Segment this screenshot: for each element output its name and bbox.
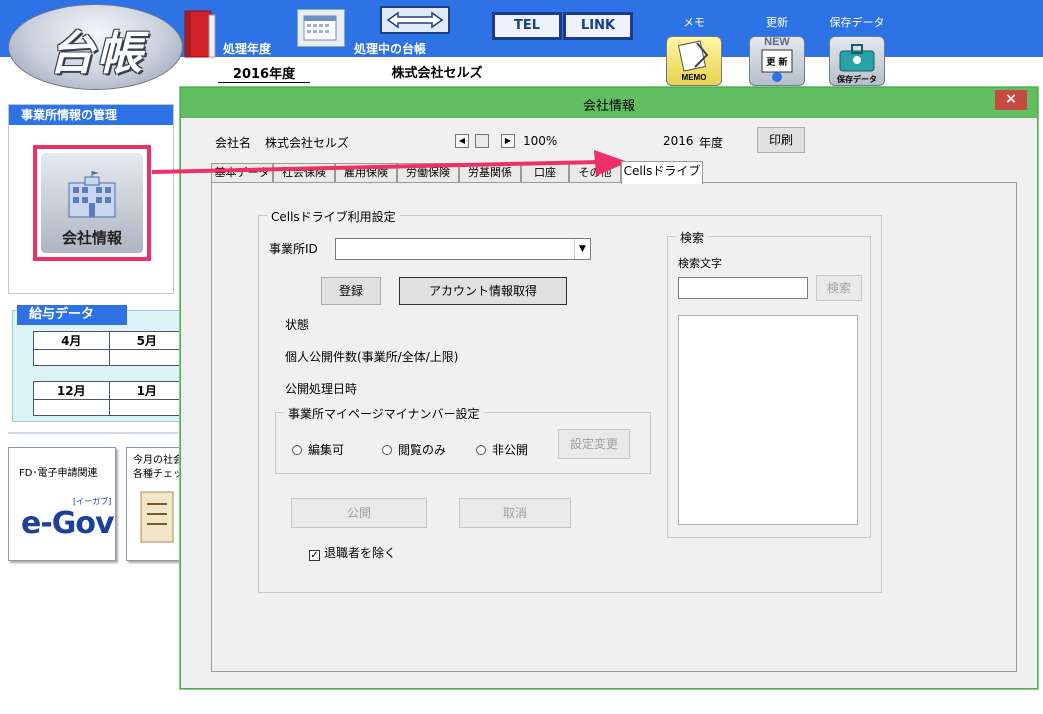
fd-text: FD･電子申請関連 [19, 468, 98, 479]
status-label: 状態 [285, 318, 310, 332]
public-count-label: 個人公開件数(事業所/全体/上限) [285, 350, 459, 364]
update-label: 更新 [766, 16, 788, 29]
calendar-icon[interactable] [297, 9, 345, 47]
save-icon-text: 保存データ [836, 74, 877, 84]
radio-private-label: 非公開 [492, 443, 529, 457]
search-group: 検索 検索文字 検索 [667, 229, 871, 538]
company-info-button-face: 会社情報 [41, 153, 143, 253]
cells-drive-settings-title: Cellsドライブ利用設定 [267, 208, 400, 225]
search-results-list[interactable] [678, 315, 858, 525]
current-company-name: 株式会社セルズ [391, 66, 483, 81]
mynumber-settings-title: 事業所マイページマイナンバー設定 [284, 405, 484, 422]
year-value-dialog: 2016 [663, 134, 694, 148]
month-grid-bottom: 12月 1月 [33, 381, 185, 416]
office-id-combobox[interactable]: ▼ [335, 238, 591, 260]
account-info-button[interactable]: アカウント情報取得 [399, 277, 567, 305]
update-new-text: NEW [764, 37, 790, 48]
memo-icon[interactable]: MEMO [666, 36, 722, 86]
settings-change-button[interactable]: 設定変更 [558, 429, 630, 459]
radio-private-circle[interactable] [476, 445, 486, 455]
search-group-title: 検索 [676, 229, 709, 246]
cells-drive-settings-group: Cellsドライブ利用設定 事業所ID ▼ 登録 アカウント情報取得 状態 個人… [258, 208, 882, 593]
monthly-check-panel[interactable]: 今月の社会 各種チェッ [126, 447, 186, 561]
company-info-button-label: 会社情報 [61, 229, 122, 247]
checklist-icon [140, 491, 174, 543]
radio-editable-label: 編集可 [308, 443, 345, 457]
tel-button[interactable]: TEL [492, 12, 562, 40]
current-ledger-label: 処理中の台帳 [354, 42, 427, 56]
month-cell[interactable]: 1月 [108, 381, 185, 400]
radio-private[interactable]: 非公開 [476, 441, 528, 458]
memo-icon-text: MEMO [682, 73, 707, 82]
egov-panel[interactable]: FD･電子申請関連 [イーガブ] e-Gov [8, 447, 116, 561]
chevron-down-icon[interactable]: ▼ [574, 239, 590, 259]
print-button[interactable]: 印刷 [757, 127, 805, 153]
mynumber-settings-group: 事業所マイページマイナンバー設定 編集可 閲覧のみ 非公開 設定変更 [275, 405, 651, 474]
month-cell[interactable]: 4月 [33, 331, 110, 350]
salary-data-panel: 給与データ 4月 5月 12月 1月 [12, 305, 185, 422]
month-value-cell [33, 349, 110, 366]
left-divider [8, 432, 178, 434]
tab-cells-drive[interactable]: Cellsドライブ [621, 161, 703, 184]
close-button[interactable]: × [995, 90, 1027, 110]
monthly-check-text: 今月の社会 各種チェッ [133, 454, 185, 482]
radio-readonly[interactable]: 閲覧のみ [382, 441, 446, 458]
zoom-slider-thumb[interactable] [475, 134, 489, 148]
radio-readonly-label: 閲覧のみ [398, 443, 447, 457]
search-input[interactable] [678, 277, 808, 299]
office-id-label: 事業所ID [269, 242, 318, 256]
company-info-button[interactable]: 会社情報 [33, 145, 151, 261]
company-name-label: 会社名 [215, 136, 252, 150]
zoom-decrease-button[interactable]: ◀ [455, 134, 469, 148]
search-button[interactable]: 検索 [816, 275, 862, 301]
app-logo: 台帳 [8, 4, 183, 90]
cancel-publish-button[interactable]: 取消 [459, 498, 571, 528]
exclude-retired-label: 退職者を除く [324, 546, 397, 560]
radio-readonly-circle[interactable] [382, 445, 392, 455]
office-info-title: 事業所情報の管理 [9, 105, 173, 125]
annotation-arrow-icon [152, 150, 628, 176]
logo-text: 台帳 [48, 26, 145, 80]
exclude-retired-checkbox[interactable]: ✓ 退職者を除く [309, 544, 396, 561]
zoom-value: 100% [523, 134, 558, 148]
year-label: 処理年度 [223, 42, 272, 56]
dialog-titlebar[interactable]: 会社情報 × [181, 88, 1037, 118]
monthly-check-line2: 各種チェッ [133, 469, 183, 480]
publish-button[interactable]: 公開 [291, 498, 427, 528]
register-button[interactable]: 登録 [321, 277, 381, 305]
zoom-increase-button[interactable]: ▶ [501, 134, 515, 148]
office-info-panel: 事業所情報の管理 会社情報 [8, 104, 174, 294]
link-button[interactable]: LINK [563, 12, 633, 40]
year-value: 2016年度 [218, 63, 310, 83]
memo-label: メモ [683, 16, 705, 29]
cells-drive-tabpage: Cellsドライブ利用設定 事業所ID ▼ 登録 アカウント情報取得 状態 個人… [211, 182, 1017, 672]
update-icon-text: 更 新 [766, 56, 787, 68]
building-icon [68, 171, 116, 218]
month-value-cell [108, 399, 185, 416]
salary-data-title: 給与データ [17, 305, 127, 325]
update-icon[interactable]: NEW 更 新 [749, 36, 805, 86]
public-datetime-label: 公開処理日時 [285, 382, 358, 396]
app-window: 台帳 処理年度 2016年度 処理中の台帳 株式会社セルズ TEL LINK メ… [0, 0, 1043, 714]
month-cell[interactable]: 12月 [33, 381, 110, 400]
month-value-cell [33, 399, 110, 416]
month-grid-top: 4月 5月 [33, 331, 185, 366]
egov-logo: e-Gov [21, 506, 115, 541]
company-name-value: 株式会社セルズ [265, 136, 350, 150]
switch-ledger-icon[interactable] [380, 6, 450, 34]
save-data-label: 保存データ [829, 16, 885, 29]
monthly-check-line1: 今月の社会 [133, 455, 183, 466]
year-unit: 年度 [699, 136, 724, 150]
radio-editable-circle[interactable] [292, 445, 302, 455]
search-text-label: 検索文字 [678, 257, 722, 270]
radio-editable[interactable]: 編集可 [292, 441, 344, 458]
save-data-icon[interactable]: 保存データ [829, 36, 885, 86]
dialog-title: 会社情報 [582, 99, 635, 114]
month-cell[interactable]: 5月 [108, 331, 185, 350]
book-icon[interactable] [181, 9, 219, 61]
checkbox-check-icon[interactable]: ✓ [309, 550, 320, 561]
month-value-cell [108, 349, 185, 366]
